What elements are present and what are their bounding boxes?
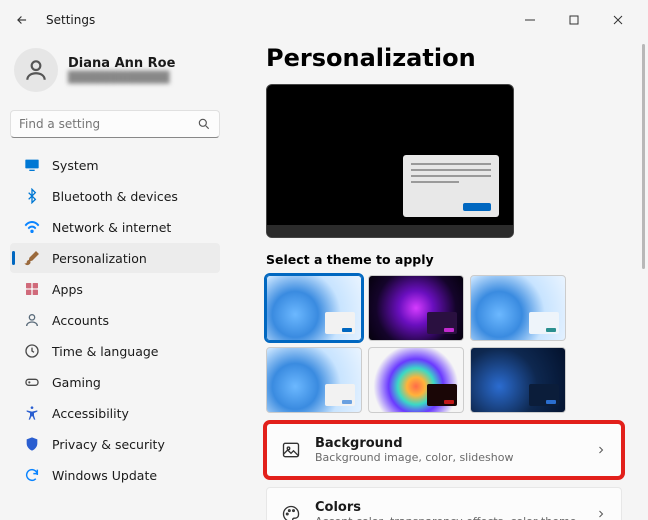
titlebar: Settings (0, 0, 648, 40)
maximize-icon (569, 15, 579, 25)
apps-icon (24, 281, 40, 297)
back-button[interactable] (8, 6, 36, 34)
update-icon (24, 467, 40, 483)
sidebar-item-label: Apps (52, 282, 83, 297)
theme-option-6[interactable] (470, 347, 566, 413)
paintbrush-icon (24, 250, 40, 266)
scrollbar[interactable] (642, 44, 645, 512)
sidebar-item-privacy[interactable]: Privacy & security (10, 429, 220, 459)
search-box[interactable] (10, 110, 220, 138)
sidebar-item-gaming[interactable]: Gaming (10, 367, 220, 397)
sidebar-item-label: Personalization (52, 251, 147, 266)
sidebar: Diana Ann Roe ████████████ System Bluetoo… (0, 40, 230, 520)
person-icon (23, 57, 49, 83)
palette-icon (281, 504, 301, 520)
card-title: Background (315, 436, 581, 451)
sidebar-item-accessibility[interactable]: Accessibility (10, 398, 220, 428)
chevron-right-icon (595, 505, 607, 520)
wifi-icon (24, 219, 40, 235)
desktop-preview (266, 84, 514, 238)
sidebar-item-personalization[interactable]: Personalization (10, 243, 220, 273)
card-title: Colors (315, 500, 581, 515)
sidebar-item-apps[interactable]: Apps (10, 274, 220, 304)
theme-option-5[interactable] (368, 347, 464, 413)
person-icon (24, 312, 40, 328)
preview-window (403, 155, 499, 217)
sidebar-item-label: Windows Update (52, 468, 157, 483)
sidebar-item-update[interactable]: Windows Update (10, 460, 220, 490)
window-controls (508, 4, 640, 36)
theme-option-2[interactable] (368, 275, 464, 341)
colors-card[interactable]: Colors Accent color, transparency effect… (266, 487, 622, 520)
themes-grid (266, 275, 622, 413)
sidebar-item-label: Time & language (52, 344, 158, 359)
theme-option-1[interactable] (266, 275, 362, 341)
sidebar-item-label: Bluetooth & devices (52, 189, 178, 204)
profile-block[interactable]: Diana Ann Roe ████████████ (10, 40, 220, 104)
sidebar-item-label: Accessibility (52, 406, 129, 421)
search-icon (197, 117, 211, 131)
chevron-right-icon (595, 441, 607, 460)
theme-option-4[interactable] (266, 347, 362, 413)
main-content: Personalization Select a theme to apply … (230, 40, 648, 520)
sidebar-item-accounts[interactable]: Accounts (10, 305, 220, 335)
minimize-icon (525, 15, 535, 25)
accessibility-icon (24, 405, 40, 421)
sidebar-item-label: System (52, 158, 99, 173)
background-card[interactable]: Background Background image, color, slid… (266, 423, 622, 477)
bluetooth-icon (24, 188, 40, 204)
profile-name: Diana Ann Roe (68, 56, 175, 71)
sidebar-item-network[interactable]: Network & internet (10, 212, 220, 242)
sidebar-item-system[interactable]: System (10, 150, 220, 180)
theme-option-3[interactable] (470, 275, 566, 341)
minimize-button[interactable] (508, 4, 552, 36)
window-title: Settings (46, 13, 95, 27)
arrow-left-icon (15, 13, 29, 27)
picture-icon (281, 440, 301, 460)
avatar (14, 48, 58, 92)
close-icon (613, 15, 623, 25)
sidebar-item-label: Gaming (52, 375, 101, 390)
sidebar-item-label: Network & internet (52, 220, 171, 235)
clock-icon (24, 343, 40, 359)
close-button[interactable] (596, 4, 640, 36)
gamepad-icon (24, 374, 40, 390)
monitor-icon (24, 157, 40, 173)
themes-label: Select a theme to apply (266, 252, 622, 267)
profile-email: ████████████ (68, 71, 175, 84)
search-input[interactable] (19, 117, 197, 131)
shield-icon (24, 436, 40, 452)
card-subtitle: Background image, color, slideshow (315, 451, 581, 464)
sidebar-item-label: Privacy & security (52, 437, 165, 452)
maximize-button[interactable] (552, 4, 596, 36)
sidebar-item-time[interactable]: Time & language (10, 336, 220, 366)
page-title: Personalization (266, 44, 622, 72)
card-subtitle: Accent color, transparency effects, colo… (315, 515, 581, 520)
nav-list: System Bluetooth & devices Network & inter… (10, 150, 220, 490)
sidebar-item-bluetooth[interactable]: Bluetooth & devices (10, 181, 220, 211)
sidebar-item-label: Accounts (52, 313, 109, 328)
